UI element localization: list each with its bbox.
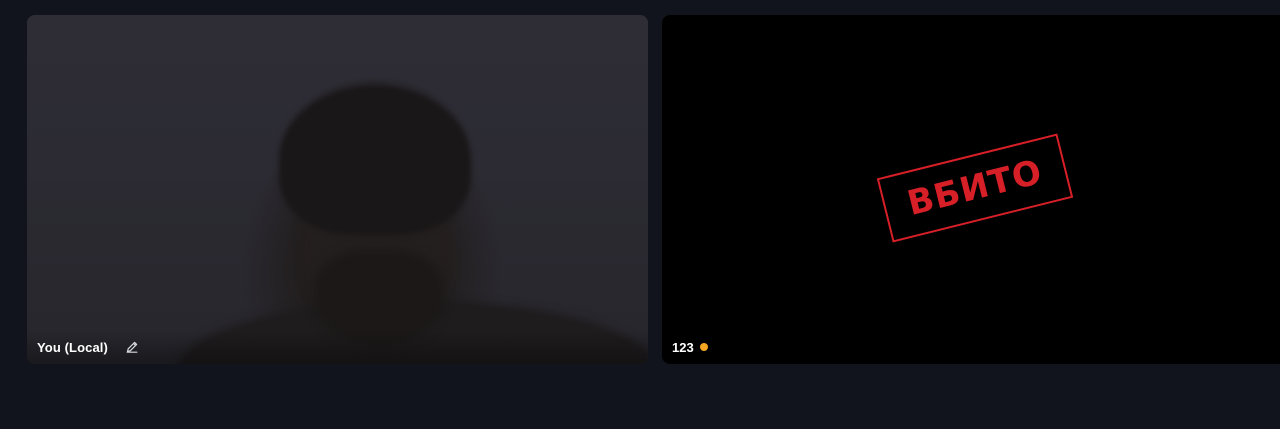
local-participant-name: You (Local) xyxy=(37,340,108,355)
local-camera-feed xyxy=(27,15,648,364)
status-dot-icon xyxy=(700,343,708,351)
local-video-tile[interactable]: You (Local) xyxy=(27,15,648,364)
local-name-bar xyxy=(27,330,648,364)
video-grid: You (Local) ВБИТО 123 xyxy=(0,0,1280,429)
stamp-overlay: ВБИТО xyxy=(876,133,1074,243)
remote-video-tile[interactable]: ВБИТО 123 xyxy=(662,15,1280,364)
person-hair xyxy=(279,85,471,235)
remote-participant-name: 123 xyxy=(672,340,694,355)
pencil-icon[interactable] xyxy=(124,339,140,355)
